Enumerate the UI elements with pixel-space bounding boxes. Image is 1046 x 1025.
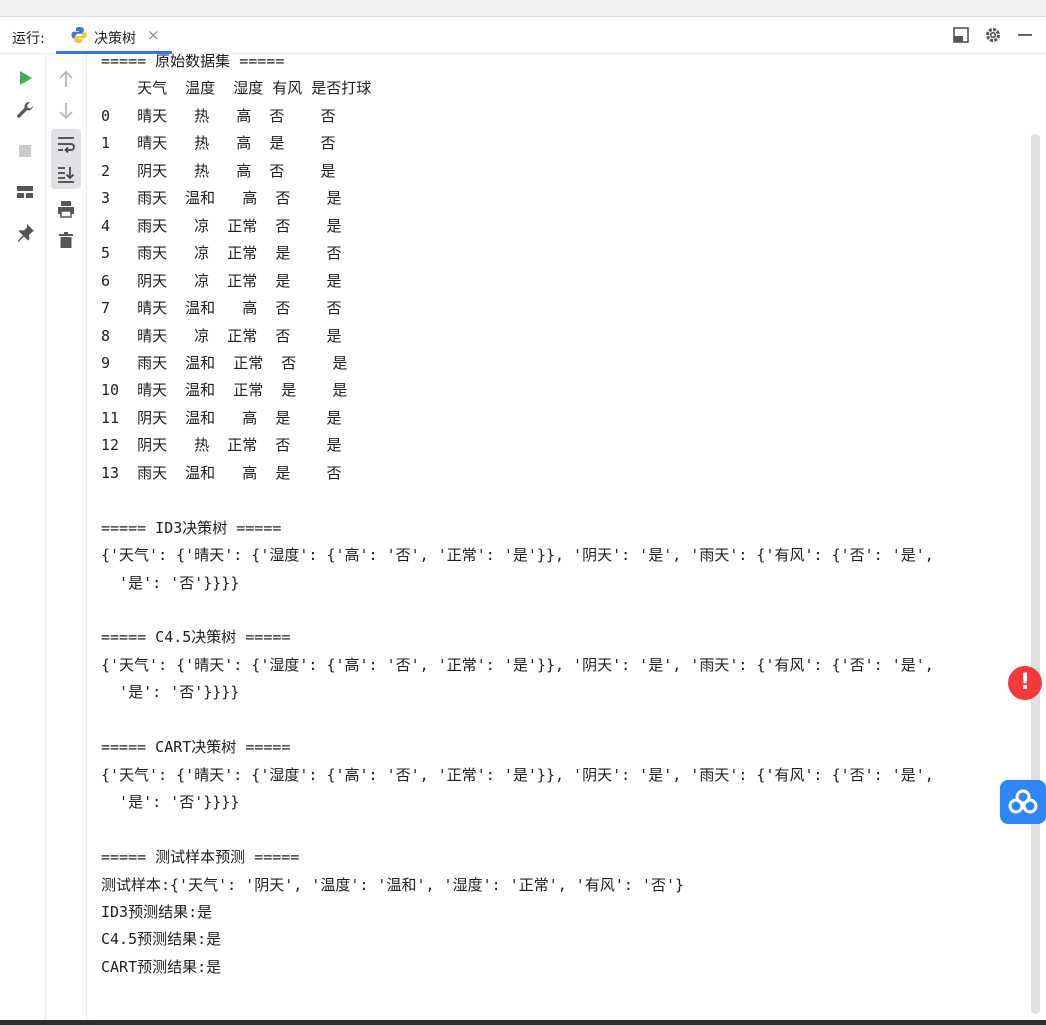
gear-icon[interactable] [983,25,1003,45]
wrench-icon[interactable] [14,99,36,121]
console-line: {'天气': {'晴天': {'湿度': {'高': '否', '正常': '是… [101,765,934,784]
python-icon [71,27,87,43]
scroll-up-icon[interactable] [55,68,77,90]
console-line: '是': '否'}}}} [101,793,240,812]
run-toolbar [0,54,46,1025]
console-line: 8 晴天 凉 正常 否 是 [101,326,342,345]
minimize-icon[interactable] [1015,25,1035,45]
console-line: 6 阴天 凉 正常 是 是 [101,271,342,290]
console-line: {'天气': {'晴天': {'湿度': {'高': '否', '正常': '是… [101,655,934,674]
console-line: 10 晴天 温和 正常 是 是 [101,381,348,400]
soft-wrap-icon[interactable] [55,133,77,155]
run-label: 运行: [12,31,45,47]
console-line: 测试样本:{'天气': '阴天', '温度': '温和', '湿度': '正常'… [101,875,685,894]
console-line: 9 雨天 温和 正常 否 是 [101,353,348,372]
console-line: {'天气': {'晴天': {'湿度': {'高': '否', '正常': '是… [101,546,934,565]
run-tool-window-header: 运行: 决策树 × [0,17,1046,54]
console-line: 1 晴天 热 高 是 否 [101,134,336,153]
console-line: 13 雨天 温和 高 是 否 [101,463,342,482]
tab-label: 决策树 [94,31,136,47]
layout-grid-icon[interactable] [14,181,36,203]
alert-badge[interactable]: ! [1008,666,1042,700]
console-line: 进程已结束,退出代码0 [101,1012,254,1014]
console-line: ===== 原始数据集 ===== [101,54,285,70]
scroll-to-end-icon[interactable] [55,163,77,185]
console-line: 0 晴天 热 高 否 否 [101,106,336,125]
console-line: ID3预测结果:是 [101,902,213,921]
console-line: 3 雨天 温和 高 否 是 [101,189,342,208]
console-line: ===== ID3决策树 ===== [101,518,282,537]
console-line: '是': '否'}}}} [101,573,240,592]
pin-icon[interactable] [14,222,36,244]
console-line: 4 雨天 凉 正常 否 是 [101,216,342,235]
bottom-status-strip [0,1020,1046,1025]
scroll-down-icon[interactable] [55,100,77,122]
console-line: ===== C4.5决策树 ===== [101,628,291,647]
console-output[interactable]: ===== 原始数据集 ===== 天气 温度 湿度 有风 是否打球 0 晴天 热… [87,54,1027,1014]
cloud-assistant-button[interactable] [1000,780,1046,824]
console-line: 11 阴天 温和 高 是 是 [101,408,342,427]
console-line: C4.5预测结果:是 [101,930,222,949]
rerun-icon[interactable] [14,67,36,89]
console-line: 5 雨天 凉 正常 是 否 [101,244,342,263]
console-line: 2 阴天 热 高 否 是 [101,161,336,180]
console-line: CART预测结果:是 [101,957,222,976]
console-line: 7 晴天 温和 高 否 否 [101,299,342,318]
console-line: '是': '否'}}}} [101,683,240,702]
console-line: 12 阴天 热 正常 否 是 [101,436,342,455]
close-icon[interactable]: × [147,26,160,44]
trash-icon[interactable] [55,229,77,251]
console-toolbar [46,54,87,1025]
console-line: 天气 温度 湿度 有风 是否打球 [101,79,372,98]
print-icon[interactable] [55,198,77,220]
layout-icon[interactable] [951,25,971,45]
stop-icon[interactable] [14,140,36,162]
scrollbar-thumb[interactable] [1031,134,1040,1014]
tab-decision-tree[interactable]: 决策树 × [56,17,172,54]
console-line: ===== CART决策树 ===== [101,738,291,757]
cloud-icon [1008,789,1038,814]
console-line: ===== 测试样本预测 ===== [101,848,300,867]
window-top-strip [0,0,1046,17]
